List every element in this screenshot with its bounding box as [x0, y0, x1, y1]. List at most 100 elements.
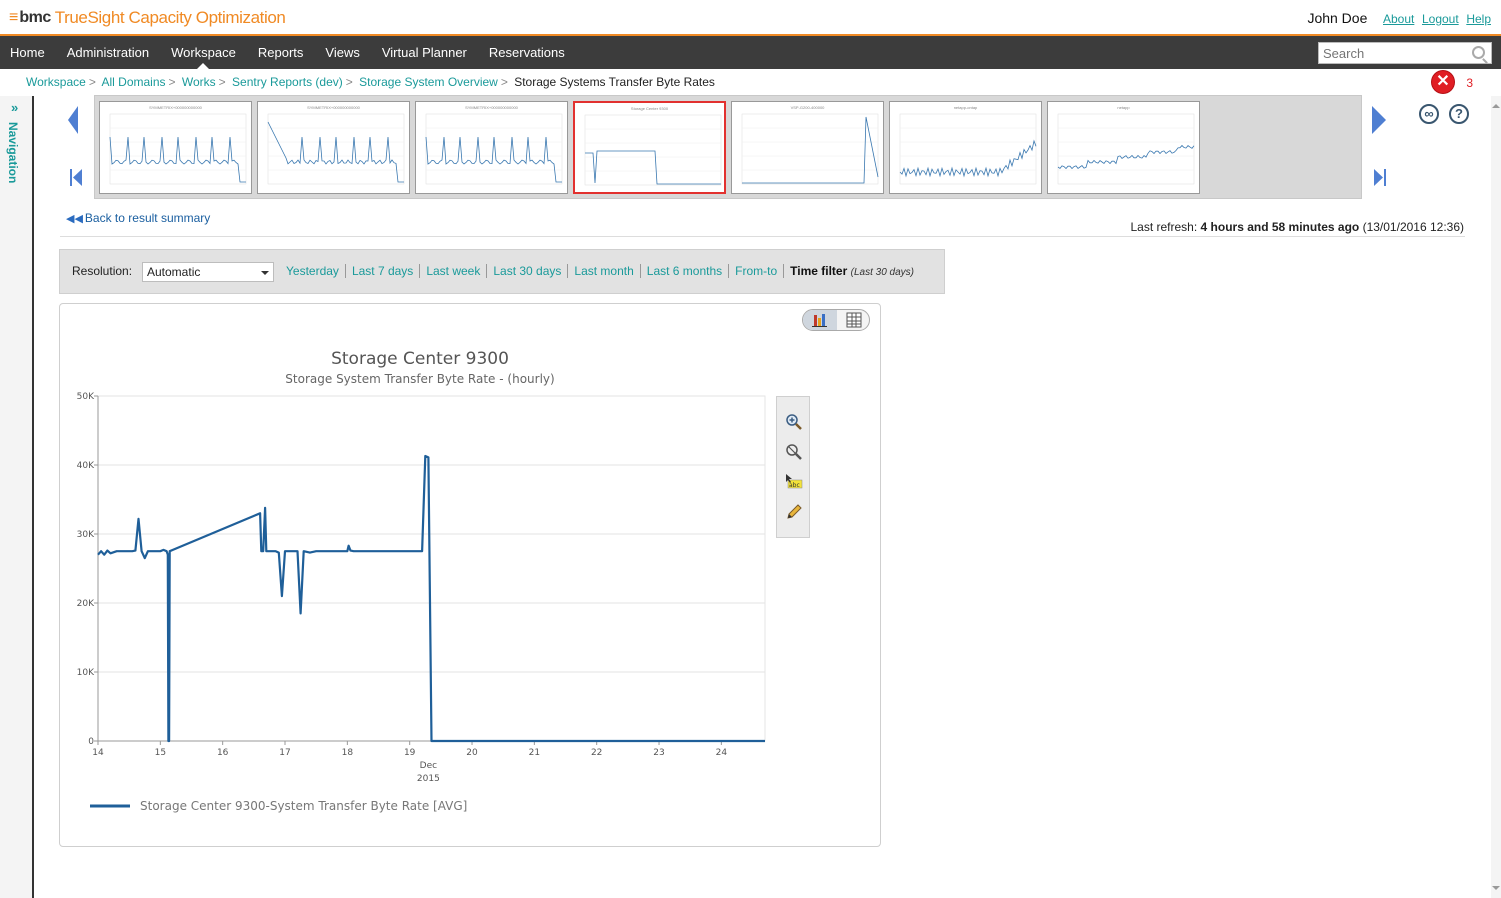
thumbnail-chart[interactable]: netapp	[1047, 101, 1200, 194]
x-axis-label: Dec	[420, 761, 437, 771]
x-tick-label: 16	[217, 748, 229, 758]
resolution-bar: Resolution: Automatic Yesterday Last 7 da…	[59, 249, 945, 294]
previous-icon[interactable]	[68, 106, 78, 134]
breadcrumb-sentry-reports[interactable]: Sentry Reports (dev)	[232, 75, 343, 89]
link-icon[interactable]: ∞	[1419, 104, 1439, 124]
app-logo[interactable]: ≡ bmc TrueSight Capacity Optimization	[9, 8, 286, 28]
range-from-to[interactable]: From-to	[729, 264, 785, 278]
range-yesterday[interactable]: Yesterday	[280, 264, 346, 278]
next-icon[interactable]	[1372, 106, 1386, 134]
bar-chart-icon	[812, 314, 827, 327]
help-link[interactable]: Help	[1466, 12, 1491, 26]
scroll-up-icon[interactable]	[1492, 100, 1500, 108]
nav-administration[interactable]: Administration	[56, 36, 160, 69]
thumbnail-chart[interactable]: Storage Center 9300	[573, 101, 726, 194]
last-refresh: Last refresh: 4 hours and 58 minutes ago…	[1130, 220, 1464, 234]
breadcrumb-storage-system-overview[interactable]: Storage System Overview	[359, 75, 498, 89]
navigation-panel-toggle[interactable]: » Navigation	[0, 96, 34, 898]
nav-reservations[interactable]: Reservations	[478, 36, 576, 69]
bmc-mark-icon: ≡	[9, 9, 19, 26]
zoom-in-icon[interactable]	[785, 413, 803, 431]
zoom-reset-icon[interactable]	[785, 443, 803, 461]
user-nav: John Doe About Logout Help	[1307, 10, 1491, 26]
scroll-down-icon[interactable]	[1492, 886, 1500, 894]
nav-reports[interactable]: Reports	[247, 36, 315, 69]
breadcrumb-separator: >	[218, 75, 226, 89]
x-tick-label: 22	[591, 748, 602, 758]
top-nav: Home Administration Workspace Reports Vi…	[0, 36, 1501, 69]
breadcrumb-works[interactable]: Works	[182, 75, 216, 89]
back-link-label: Back to result summary	[84, 211, 211, 225]
help-icon[interactable]: ?	[1449, 104, 1469, 124]
y-tick-label: 10K	[77, 668, 95, 678]
thumbnail-chart[interactable]: SYMMETRIX+000000000000	[415, 101, 568, 194]
refresh-prefix: Last refresh:	[1130, 220, 1198, 234]
legend-item[interactable]: Storage Center 9300-System Transfer Byte…	[140, 799, 467, 813]
breadcrumb-current: Storage Systems Transfer Byte Rates	[514, 75, 715, 89]
thumbnail-plot	[899, 113, 1037, 185]
nav-views[interactable]: Views	[314, 36, 370, 69]
error-icon[interactable]: ✕	[1432, 71, 1454, 93]
thumbnail-plot	[425, 113, 563, 185]
chart-view-button[interactable]	[803, 310, 837, 330]
x-tick-label: 15	[155, 748, 166, 758]
range-last-week[interactable]: Last week	[420, 264, 488, 278]
thumbnail-chart[interactable]: SYMMETRIX+000000000000	[99, 101, 252, 194]
range-last-6-months[interactable]: Last 6 months	[640, 264, 730, 278]
about-link[interactable]: About	[1383, 12, 1414, 26]
resolution-select[interactable]: Automatic	[142, 262, 274, 282]
product-name: TrueSight Capacity Optimization	[54, 8, 286, 27]
annotate-icon[interactable]: abc	[785, 473, 803, 491]
y-tick-label: 0	[88, 737, 94, 747]
resolution-label: Resolution:	[72, 264, 133, 278]
nav-virtual-planner[interactable]: Virtual Planner	[371, 36, 478, 69]
view-toggle	[802, 309, 870, 331]
app-header: ≡ bmc TrueSight Capacity Optimization Jo…	[0, 0, 1501, 36]
breadcrumb-separator: >	[500, 75, 508, 89]
x-tick-label: 21	[529, 748, 540, 758]
line-chart: Storage Center 9300 Storage System Transf…	[77, 349, 766, 813]
search-box	[1318, 42, 1492, 64]
chart-toolbar: abc	[776, 396, 810, 538]
thumbnail-plot	[741, 113, 879, 185]
divider	[60, 236, 1465, 237]
expand-icon[interactable]: »	[11, 100, 18, 115]
x-tick-label: 14	[92, 748, 104, 758]
nav-home[interactable]: Home	[0, 36, 56, 69]
x-tick-label: 19	[404, 748, 416, 758]
edit-icon[interactable]	[785, 503, 803, 521]
thumbnail-plot	[584, 114, 722, 186]
y-tick-label: 40K	[77, 461, 95, 471]
thumbnail-chart[interactable]: VSP-G200-400000	[731, 101, 884, 194]
time-range-options: Yesterday Last 7 days Last week Last 30 day…	[280, 264, 914, 278]
svg-text:abc: abc	[789, 482, 800, 489]
y-tick-label: 50K	[77, 392, 95, 402]
breadcrumb-separator: >	[345, 75, 353, 89]
time-filter-label: Time filter	[790, 264, 848, 278]
nav-workspace[interactable]: Workspace	[160, 36, 247, 69]
back-to-summary-link[interactable]: ◀◀ Back to result summary	[66, 211, 210, 225]
first-icon[interactable]	[70, 169, 82, 186]
breadcrumb-workspace[interactable]: Workspace	[26, 75, 86, 89]
table-icon	[846, 312, 862, 328]
time-filter-note: (Last 30 days)	[850, 267, 914, 278]
thumbnail-plot	[267, 113, 405, 185]
refresh-ago: 4 hours and 58 minutes ago	[1200, 220, 1360, 234]
breadcrumb-separator: >	[168, 75, 176, 89]
range-last-7-days[interactable]: Last 7 days	[345, 264, 421, 278]
table-view-button[interactable]	[837, 310, 871, 330]
thumbnail-chart[interactable]: SYMMETRIX+000000000000	[257, 101, 410, 194]
search-icon[interactable]	[1472, 46, 1485, 59]
logout-link[interactable]: Logout	[1422, 12, 1459, 26]
range-last-month[interactable]: Last month	[568, 264, 641, 278]
navigation-label[interactable]: Navigation	[6, 122, 20, 183]
breadcrumb-all-domains[interactable]: All Domains	[102, 75, 166, 89]
page-scrollbar[interactable]	[1491, 96, 1501, 898]
thumbnail-chart[interactable]: netapp-ontap	[889, 101, 1042, 194]
error-count[interactable]: 3	[1466, 76, 1473, 90]
chart-panel: Storage Center 9300 Storage System Transf…	[59, 303, 881, 847]
range-last-30-days[interactable]: Last 30 days	[487, 264, 569, 278]
search-input[interactable]	[1319, 43, 1469, 63]
rewind-icon: ◀◀	[66, 213, 83, 225]
last-icon[interactable]	[1374, 169, 1386, 186]
